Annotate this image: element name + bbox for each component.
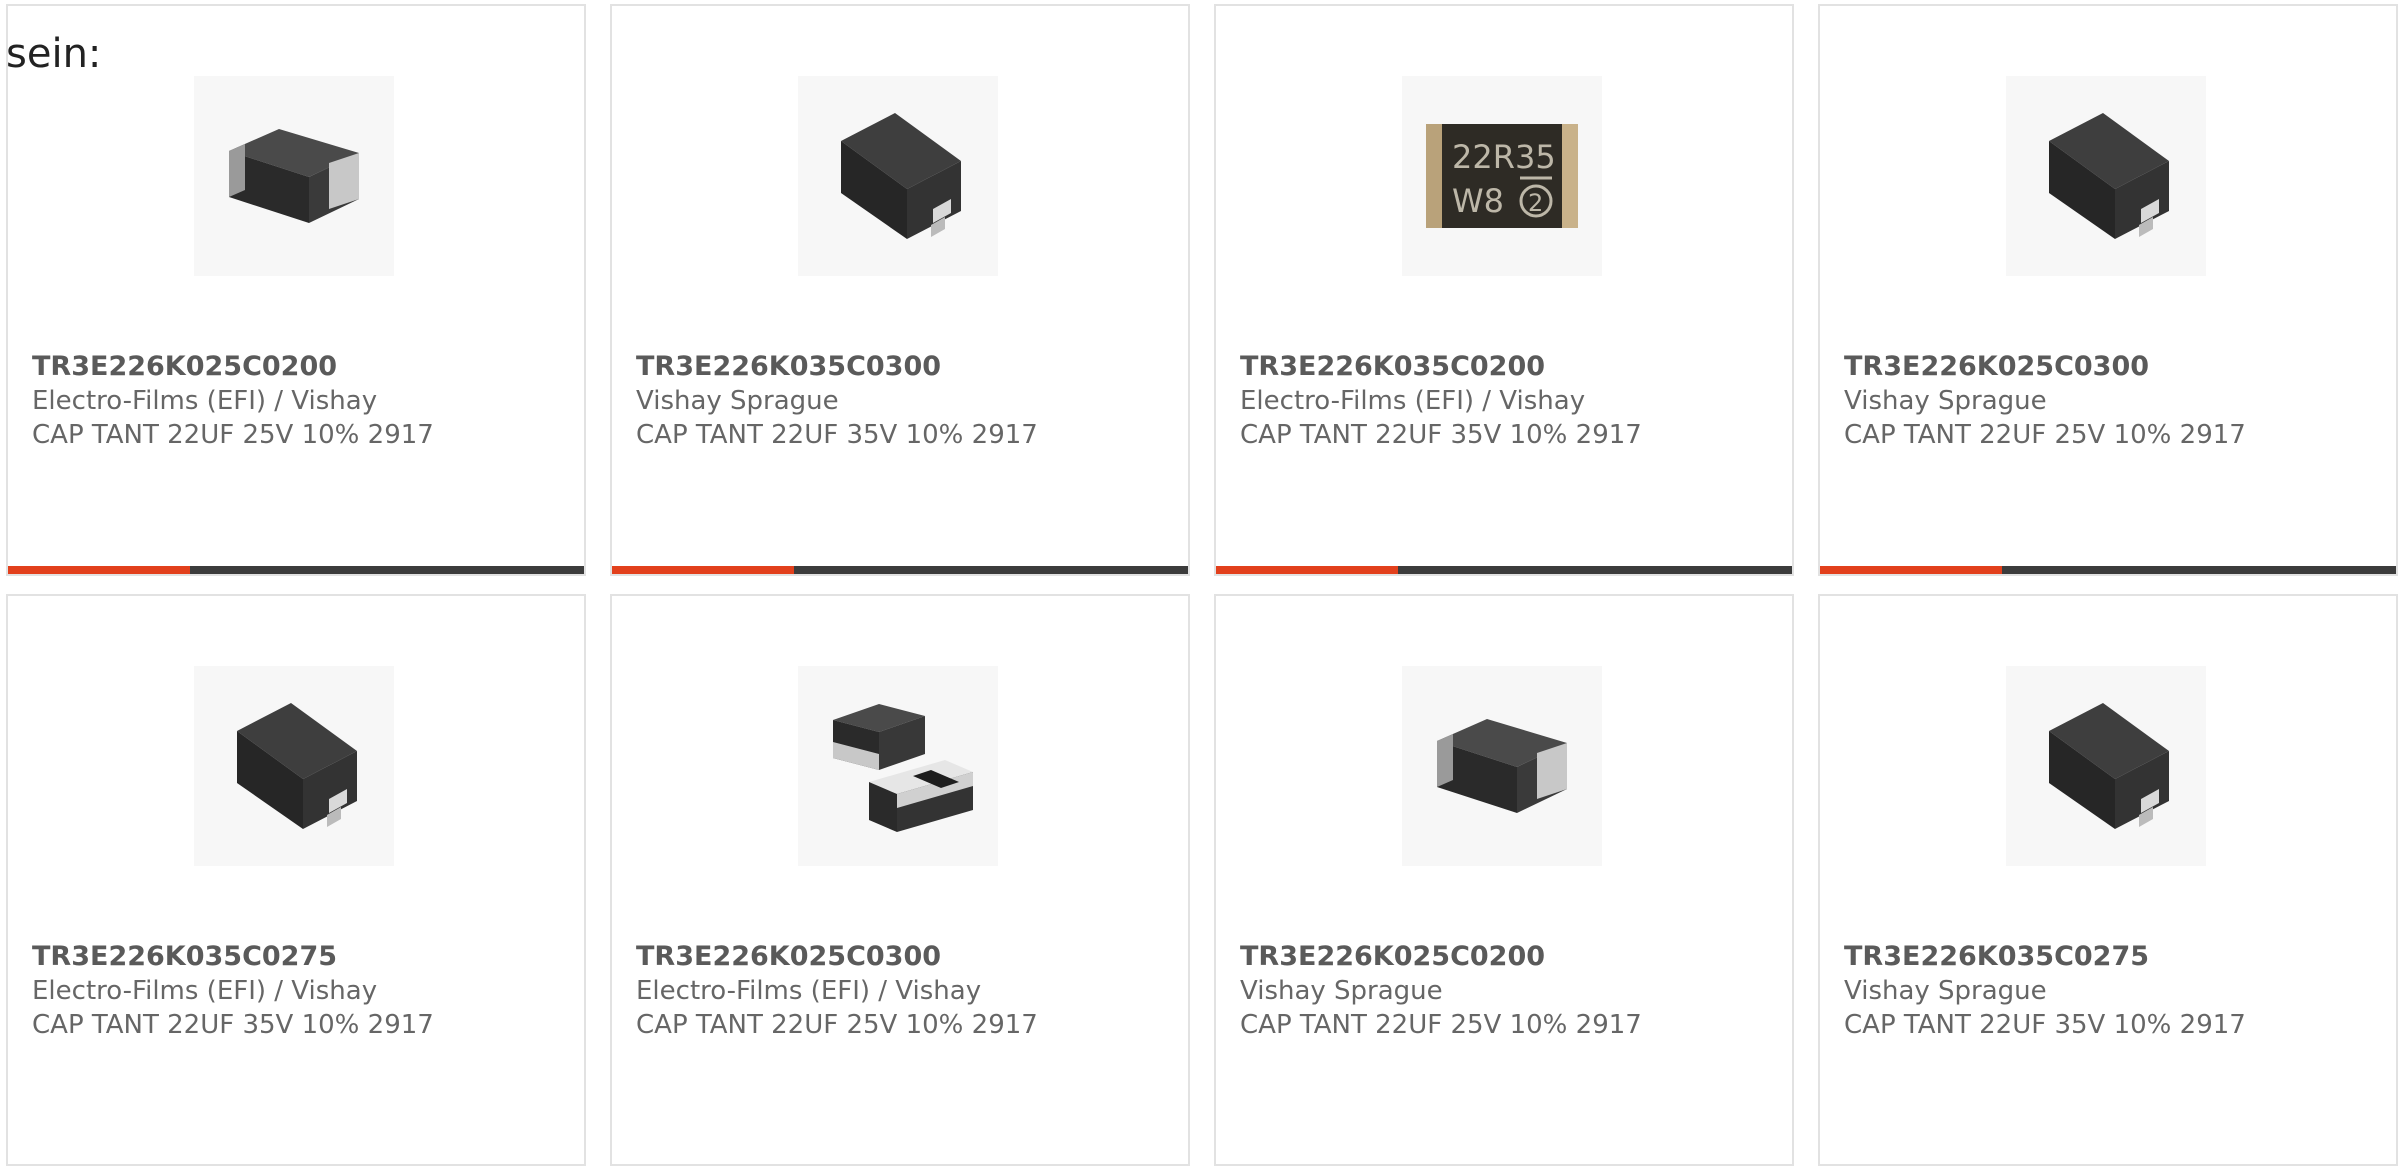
- manufacturer: Electro-Films (EFI) / Vishay: [1240, 386, 1586, 416]
- part-number-link[interactable]: TR3E226K025C0200: [32, 350, 572, 384]
- description: CAP TANT 22UF 25V 10% 2917: [1240, 1010, 1642, 1040]
- product-grid: TR3E226K025C0200 Electro-Films (EFI) / V…: [6, 4, 2400, 1166]
- product-card[interactable]: TR3E226K035C0275 Electro-Films (EFI) / V…: [6, 594, 586, 1166]
- manufacturer: Electro-Films (EFI) / Vishay: [636, 976, 982, 1006]
- marking-badge: 2: [1528, 189, 1543, 217]
- description: CAP TANT 22UF 25V 10% 2917: [636, 1010, 1038, 1040]
- product-card[interactable]: TR3E226K035C0275 Vishay Sprague CAP TANT…: [1818, 594, 2398, 1166]
- tantalum-capacitor-icon: [841, 113, 961, 239]
- card-bottom-bar: [1820, 566, 2396, 574]
- product-card[interactable]: 22R35 W8 2 TR3E226K035C0200 Electro-Film…: [1214, 4, 1794, 576]
- tantalum-capacitor-icon: [2049, 113, 2169, 239]
- part-number-link[interactable]: TR3E226K035C0300: [636, 350, 1176, 384]
- product-info: TR3E226K035C0275 Vishay Sprague CAP TANT…: [1844, 940, 2384, 1042]
- marking-line2: W8: [1452, 182, 1504, 220]
- tantalum-capacitor-silver-band-icon: [1437, 719, 1567, 813]
- product-info: TR3E226K035C0275 Electro-Films (EFI) / V…: [32, 940, 572, 1042]
- product-card[interactable]: TR3E226K025C0200 Vishay Sprague CAP TANT…: [1214, 594, 1794, 1166]
- product-info: TR3E226K025C0200 Electro-Films (EFI) / V…: [32, 350, 572, 452]
- product-image[interactable]: [1402, 666, 1602, 866]
- card-bar-accent: [1820, 566, 2003, 574]
- product-image[interactable]: 22R35 W8 2: [1402, 76, 1602, 276]
- manufacturer: Vishay Sprague: [636, 386, 839, 416]
- product-info: TR3E226K025C0300 Electro-Films (EFI) / V…: [636, 940, 1176, 1042]
- card-bottom-bar: [1216, 566, 1792, 574]
- part-number-link[interactable]: TR3E226K025C0300: [636, 940, 1176, 974]
- card-bar-accent: [8, 566, 191, 574]
- product-card[interactable]: TR3E226K035C0300 Vishay Sprague CAP TANT…: [610, 4, 1190, 576]
- product-info: TR3E226K035C0300 Vishay Sprague CAP TANT…: [636, 350, 1176, 452]
- product-info: TR3E226K025C0300 Vishay Sprague CAP TANT…: [1844, 350, 2384, 452]
- part-number-link[interactable]: TR3E226K035C0275: [1844, 940, 2384, 974]
- product-card[interactable]: TR3E226K025C0200 Electro-Films (EFI) / V…: [6, 4, 586, 576]
- product-image[interactable]: [194, 666, 394, 866]
- description: CAP TANT 22UF 35V 10% 2917: [636, 420, 1038, 450]
- tantalum-capacitor-icon: [2049, 703, 2169, 829]
- card-bar-accent: [612, 566, 795, 574]
- product-image[interactable]: [798, 666, 998, 866]
- product-info: TR3E226K025C0200 Vishay Sprague CAP TANT…: [1240, 940, 1780, 1042]
- two-capacitors-icon: [833, 704, 973, 832]
- tantalum-capacitor-icon: [237, 703, 357, 829]
- tantalum-capacitor-silver-band-icon: [229, 129, 359, 223]
- product-card[interactable]: TR3E226K025C0300 Vishay Sprague CAP TANT…: [1818, 4, 2398, 576]
- card-bottom-bar: [612, 566, 1188, 574]
- part-number-link[interactable]: TR3E226K035C0200: [1240, 350, 1780, 384]
- product-image[interactable]: [194, 76, 394, 276]
- product-info: TR3E226K035C0200 Electro-Films (EFI) / V…: [1240, 350, 1780, 452]
- part-number-link[interactable]: TR3E226K025C0300: [1844, 350, 2384, 384]
- manufacturer: Vishay Sprague: [1844, 386, 2047, 416]
- part-number-link[interactable]: TR3E226K025C0200: [1240, 940, 1780, 974]
- marked-capacitor-top-icon: 22R35 W8 2: [1426, 124, 1578, 228]
- intro-text: sein:: [6, 31, 102, 77]
- description: CAP TANT 22UF 25V 10% 2917: [32, 420, 434, 450]
- description: CAP TANT 22UF 35V 10% 2917: [32, 1010, 434, 1040]
- manufacturer: Vishay Sprague: [1240, 976, 1443, 1006]
- product-image[interactable]: [2006, 76, 2206, 276]
- card-bar-accent: [1216, 566, 1399, 574]
- product-card[interactable]: TR3E226K025C0300 Electro-Films (EFI) / V…: [610, 594, 1190, 1166]
- manufacturer: Electro-Films (EFI) / Vishay: [32, 976, 378, 1006]
- product-image[interactable]: [2006, 666, 2206, 866]
- manufacturer: Vishay Sprague: [1844, 976, 2047, 1006]
- description: CAP TANT 22UF 35V 10% 2917: [1240, 420, 1642, 450]
- manufacturer: Electro-Films (EFI) / Vishay: [32, 386, 378, 416]
- description: CAP TANT 22UF 25V 10% 2917: [1844, 420, 2246, 450]
- marking-line1: 22R35: [1452, 138, 1556, 176]
- product-image[interactable]: [798, 76, 998, 276]
- card-bottom-bar: [8, 566, 584, 574]
- part-number-link[interactable]: TR3E226K035C0275: [32, 940, 572, 974]
- description: CAP TANT 22UF 35V 10% 2917: [1844, 1010, 2246, 1040]
